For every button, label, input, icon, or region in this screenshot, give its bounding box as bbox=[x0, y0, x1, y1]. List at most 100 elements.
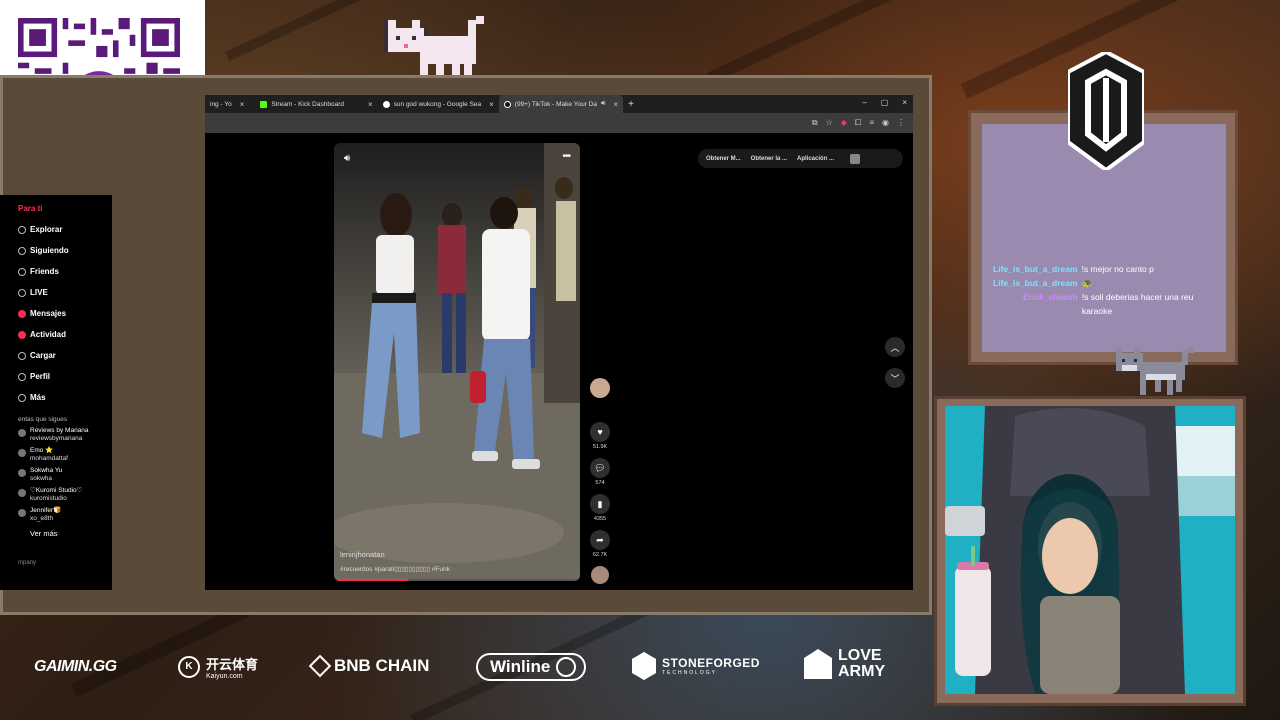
sidebar-item-cargar[interactable]: Cargar bbox=[18, 345, 118, 366]
close-icon[interactable]: × bbox=[240, 100, 245, 109]
account-item[interactable]: ♡Kuromi Studio♡ kuromistudio bbox=[18, 487, 118, 503]
tab-tiktok[interactable]: (99+) TikTok - Make Your Da 🔊︎ × bbox=[498, 95, 624, 113]
media-icon[interactable]: ≡ bbox=[869, 118, 874, 128]
following-accounts-header: entas que sigues bbox=[18, 416, 68, 423]
sidebar-item-perfil[interactable]: Perfil bbox=[18, 366, 118, 387]
sidebar-item-label: LIVE bbox=[30, 288, 48, 297]
chevron-up-icon: ︿ bbox=[890, 342, 900, 353]
menu-icon[interactable]: ⋮ bbox=[897, 118, 905, 128]
star-icon[interactable]: ☆ bbox=[826, 118, 833, 128]
account-name: ♡Kuromi Studio♡ bbox=[30, 487, 83, 494]
cast-icon[interactable]: ⧉ bbox=[812, 118, 818, 128]
account-item[interactable]: Emo ⭐ mohamdattaf bbox=[18, 447, 118, 463]
chat-username[interactable]: Life_is_but_a_dream bbox=[993, 262, 1078, 276]
close-icon[interactable]: × bbox=[489, 100, 494, 109]
save-count: 4355 bbox=[593, 516, 607, 522]
sidebar-item-actividad[interactable]: Actividad bbox=[18, 324, 118, 345]
account-handle: kuromistudio bbox=[30, 495, 67, 502]
video-username[interactable]: leninjhonatan bbox=[340, 550, 385, 559]
chat-username[interactable]: Ercik_shiwuh bbox=[1023, 290, 1078, 318]
account-handle: xo_e8th bbox=[30, 515, 54, 522]
speaker-icon[interactable]: 🔊︎ bbox=[601, 100, 605, 108]
previous-video-button[interactable]: ︿ bbox=[885, 337, 905, 357]
profile-icon bbox=[18, 372, 26, 381]
sidebar-item-siguiendo[interactable]: Siguiendo bbox=[18, 240, 118, 261]
more-icon bbox=[18, 393, 26, 402]
volume-icon[interactable]: 🔊︎ bbox=[344, 153, 350, 164]
chat-text: !s soli deberias hacer una reu karaoke bbox=[1081, 292, 1194, 316]
upload-icon bbox=[18, 351, 26, 360]
tab-youtube[interactable]: ing - Yo × bbox=[205, 95, 249, 113]
chat-message: Life_is_but_a_dream !s mejor no canto p bbox=[993, 262, 1223, 276]
account-name: Jennifer🍞 bbox=[30, 507, 62, 514]
sponsor-kaiyun: K 开云体育 Kaiyun.com bbox=[178, 654, 258, 680]
sponsor-stoneforged: STONEFORGED TECHNOLOGY bbox=[632, 652, 760, 680]
sponsor-winline: Winline bbox=[476, 653, 587, 681]
get-app-button[interactable]: Obtener la ... bbox=[751, 156, 787, 162]
save-button[interactable]: ▮ bbox=[590, 494, 610, 514]
chat-username[interactable]: Life_is_but_a_dream bbox=[993, 276, 1078, 290]
profile-icon[interactable]: ◉ bbox=[882, 118, 889, 128]
friends-icon bbox=[18, 267, 26, 276]
download-app-button[interactable]: Aplicación ... bbox=[797, 156, 834, 162]
maximize-button[interactable]: ▢ bbox=[881, 98, 889, 107]
sponsor-love-army-name: LOVE ARMY bbox=[838, 647, 886, 680]
account-name: Emo ⭐ bbox=[30, 447, 54, 454]
sidebar-item-label: Friends bbox=[30, 267, 59, 276]
stream-overlay: S/ yape ing - Yo × Stream - Kick Dashbo bbox=[0, 0, 1280, 720]
sidebar-item-mensajes[interactable]: Mensajes bbox=[18, 303, 118, 324]
tab-google-search[interactable]: sun god wukong - Google Sea × bbox=[378, 95, 499, 113]
sidebar-item-explorar[interactable]: Explorar bbox=[18, 219, 118, 240]
new-tab-button[interactable]: + bbox=[623, 95, 639, 113]
address-bar[interactable]: ⧉ ☆ ◆ ⧠ ≡ ◉ ⋮ bbox=[205, 113, 913, 133]
comment-button[interactable]: 💬︎ bbox=[590, 458, 610, 478]
google-icon bbox=[382, 100, 390, 108]
close-window-button[interactable]: × bbox=[902, 98, 907, 107]
like-count: 51.9K bbox=[592, 444, 608, 450]
sidebar-item-para-ti[interactable]: Para ti bbox=[18, 198, 118, 219]
message-icon bbox=[18, 309, 26, 318]
gaimin-gladiators-logo bbox=[1068, 52, 1144, 170]
video-progress-bar[interactable] bbox=[334, 579, 580, 581]
sidebar-item-live[interactable]: LIVE bbox=[18, 282, 118, 303]
chat-text: !s mejor no canto p bbox=[1081, 264, 1154, 274]
sidebar-item-mas[interactable]: Más bbox=[18, 387, 118, 408]
close-icon[interactable]: × bbox=[613, 100, 618, 109]
account-item[interactable]: Jennifer🍞 xo_e8th bbox=[18, 507, 118, 523]
share-icon: ➦ bbox=[596, 534, 604, 545]
creator-avatar[interactable] bbox=[590, 378, 610, 398]
sidebar-item-friends[interactable]: Friends bbox=[18, 261, 118, 282]
next-video-button[interactable]: ﹀ bbox=[885, 368, 905, 388]
more-options-icon[interactable]: ••• bbox=[562, 151, 570, 162]
sponsor-bnb: BNB CHAIN bbox=[308, 654, 429, 678]
sidebar-item-label: Para ti bbox=[18, 204, 43, 213]
account-name: Reviews by Mariana bbox=[30, 427, 89, 434]
top-actions-bar: Obtener M... Obtener la ... Aplicación .… bbox=[698, 149, 903, 168]
music-disc-icon[interactable] bbox=[591, 566, 609, 584]
sponsor-kaiyun-name: 开云体育 bbox=[206, 657, 259, 672]
sidebar-item-label: Cargar bbox=[30, 351, 56, 360]
tab-kick-dashboard[interactable]: Stream - Kick Dashboard × bbox=[255, 95, 377, 113]
account-handle: mohamdattaf bbox=[30, 455, 68, 462]
see-more-link[interactable]: Ver más bbox=[30, 529, 118, 538]
webcam-feed bbox=[945, 406, 1235, 694]
sidebar-item-label: Perfil bbox=[30, 372, 51, 381]
footer-company-link[interactable]: mpany bbox=[18, 560, 118, 566]
account-item[interactable]: Sokwha Yu sokwha bbox=[18, 467, 118, 483]
window-controls: – ▢ × bbox=[862, 98, 907, 107]
winline-toggle-icon bbox=[556, 657, 577, 677]
get-coins-button[interactable]: Obtener M... bbox=[706, 156, 741, 162]
like-button[interactable]: ♥ bbox=[590, 422, 610, 442]
profile-icon[interactable] bbox=[850, 153, 861, 164]
puzzle-icon[interactable]: ⧠ bbox=[855, 118, 861, 128]
account-item[interactable]: Reviews by Mariana reviewsbymariana bbox=[18, 427, 118, 443]
following-icon bbox=[18, 246, 26, 255]
extension-icon[interactable]: ◆ bbox=[841, 118, 847, 128]
sponsor-bar: GAIMIN.GG K 开云体育 Kaiyun.com BNB CHAIN Wi… bbox=[0, 640, 930, 700]
minimize-button[interactable]: – bbox=[862, 98, 866, 107]
tiktok-sidebar: Para ti Explorar Siguiendo Friends LIVE … bbox=[18, 198, 118, 566]
sponsor-kaiyun-url: Kaiyun.com bbox=[206, 673, 243, 680]
close-icon[interactable]: × bbox=[368, 100, 373, 109]
share-button[interactable]: ➦ bbox=[590, 530, 610, 550]
tiktok-video-player[interactable]: 🔊︎ ••• leninjhonatan #recuerdos #parati▯… bbox=[334, 143, 580, 581]
